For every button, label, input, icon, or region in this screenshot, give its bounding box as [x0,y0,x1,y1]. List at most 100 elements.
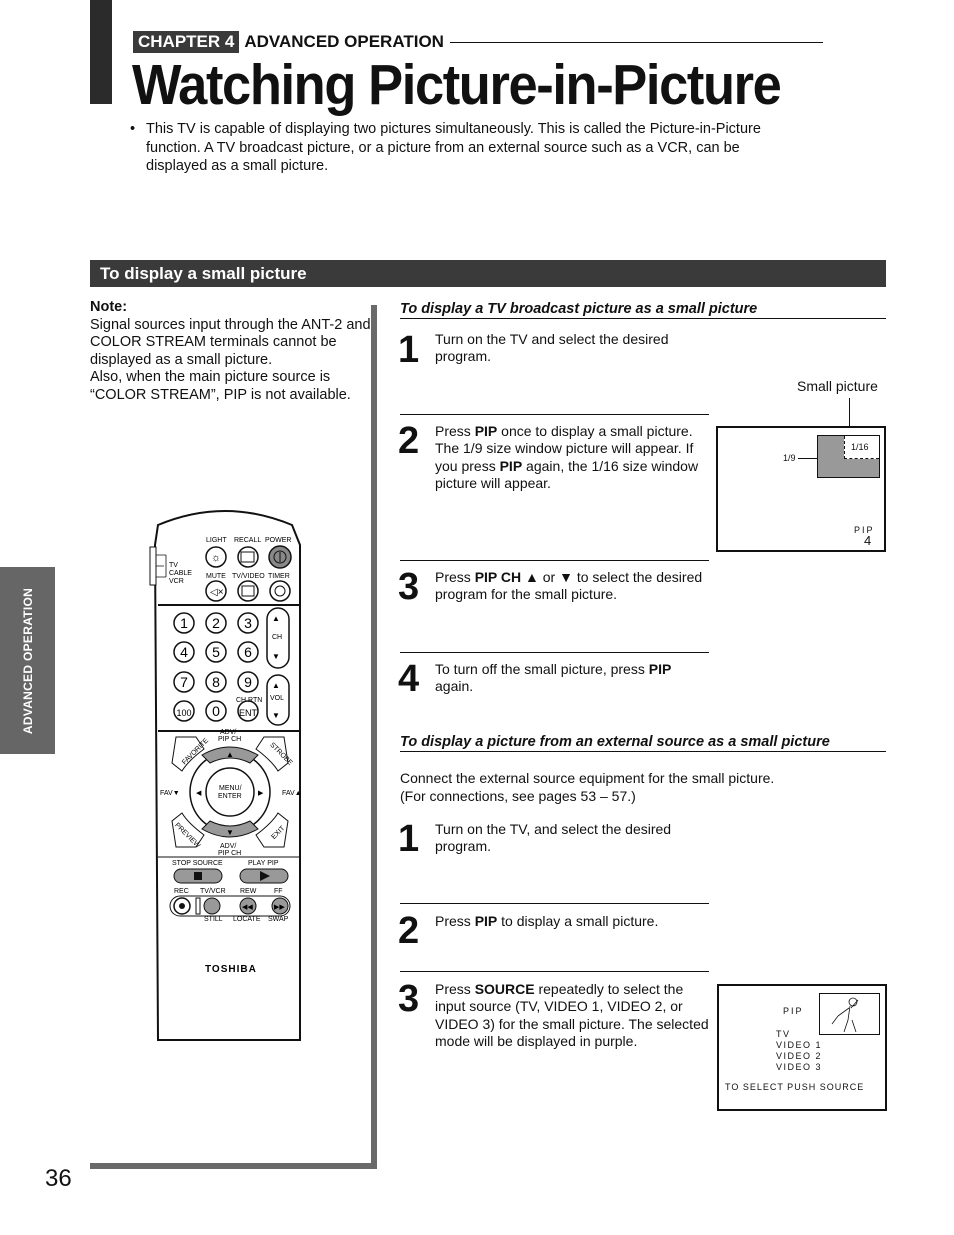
chapter-marker-bar [90,0,112,104]
mute-icon: ◁× [210,587,224,598]
intro-line: (For connections, see pages 53 – 57.) [400,788,636,804]
step-divider [400,903,709,904]
digit-label: 9 [244,674,252,690]
osd-option-video1: VIDEO 1 [776,1040,823,1050]
tv-video-button [237,580,259,602]
small-picture-caption: Small picture [797,378,878,394]
digit-label: 7 [180,674,188,690]
external-heading: To display a picture from an external so… [400,734,886,752]
label-tv-video: TV/VIDEO [232,573,265,580]
stop-icon [194,872,202,880]
side-tab: ADVANCED OPERATION [0,567,55,754]
digit-label: 0 [212,703,220,719]
digit-label: 4 [180,644,188,660]
rec-label: REC [174,888,189,895]
digit-label: 100 [176,708,191,718]
channel-label: CH [272,634,282,641]
step-number: 2 [398,420,420,462]
osd-option-video2: VIDEO 2 [776,1051,823,1061]
chapter-rule [449,41,823,43]
menu-label: MENU/ [219,785,242,792]
tv-vcr-button [203,897,221,915]
external-intro: Connect the external source equipment fo… [400,769,880,805]
fav-down-label: FAV▼ [160,790,180,797]
volume-label: VOL [270,695,284,702]
fav-down-arrow-icon: ◀ [196,790,202,797]
step-number: 1 [398,329,420,371]
fast-forward-icon: ▶▶ [274,904,285,911]
broadcast-heading: To display a TV broadcast picture as a s… [400,301,886,319]
digit-label: 3 [244,615,252,631]
pip-ch-down-icon: ▼ [226,828,234,837]
intro-paragraph: • This TV is capable of displaying two p… [130,120,800,176]
section-heading: To display a small picture [90,260,886,287]
page-number: 36 [45,1165,72,1192]
tv-screen-diagram: 1/16 1/9 PIP 4 [716,426,886,552]
rewind-icon: ◀◀ [242,904,253,911]
toshiba-logo: TOSHIBA [205,964,257,975]
digit-label: 1 [180,615,188,631]
enter-label: ENTER [218,793,242,800]
step-divider [400,652,709,653]
step-divider [400,560,709,561]
step-number: 4 [398,658,420,700]
light-icon: ☼ [211,552,221,564]
note-line: Also, when the main picture source is “C… [90,369,351,403]
channel-down-icon: ▼ [272,652,280,661]
side-tab-label: ADVANCED OPERATION [20,587,35,734]
ch-rtn-label: CH RTN [236,697,262,704]
still-label: STILL [204,916,223,923]
volume-up-icon: ▲ [272,681,280,690]
step-number: 1 [398,818,420,860]
step-text: Turn on the TV and select the desired pr… [435,331,669,365]
digit-label: 2 [212,615,220,631]
step-divider [400,414,709,415]
step-number: 3 [398,566,420,608]
adv-bottom-label-2: PIP CH [218,850,241,857]
osd-channel-number: 4 [864,533,872,548]
step-text: Press SOURCE repeatedly to select the in… [435,981,709,1049]
rec-guard [195,897,201,915]
adv-top-label-2: PIP CH [218,736,241,743]
source-osd-diagram: PIP TV VIDEO 1 VIDEO 2 VIDEO 3 TO SELECT… [717,984,887,1111]
label-1-16: 1/16 [851,442,869,452]
tv-vcr-label: TV/VCR [200,888,226,895]
stop-source-label: STOP SOURCE [172,860,223,867]
play-pip-label: PLAY PIP [248,860,279,867]
step-text: Press PIP to display a small picture. [435,913,659,929]
page-title: Watching Picture-in-Picture [132,53,782,117]
chapter-badge: CHAPTER 4 [133,31,240,53]
label-leader-line [798,458,818,459]
step-text: To turn off the small picture, press PIP… [435,661,672,695]
osd-option-video3: VIDEO 3 [776,1062,823,1072]
swap-label: SWAP [268,916,289,923]
digit-label: 5 [212,644,220,660]
digit-label: ENT [239,708,258,718]
pip-window [819,993,880,1035]
label-timer: TIMER [268,573,290,580]
channel-up-icon: ▲ [272,614,280,623]
mode-switch-icon [149,546,157,586]
fav-up-label: FAV▲ [282,790,302,797]
mode-tv: TV [169,562,178,569]
intro-text: This TV is capable of displaying two pic… [146,121,761,174]
osd-source-list: TV VIDEO 1 VIDEO 2 VIDEO 3 [776,1029,822,1073]
digit-label: 8 [212,674,220,690]
intro-line: Connect the external source equipment fo… [400,770,775,786]
fav-up-arrow-icon: ▶ [258,790,264,797]
step-text: Turn on the TV, and select the desired p… [435,821,672,855]
column-bottom-rule [90,1163,377,1169]
column-divider [371,305,377,1169]
label-power: POWER [265,537,291,544]
osd-footer: TO SELECT PUSH SOURCE [725,1082,865,1092]
timer-button [269,580,291,602]
step-text: Press PIP once to display a small pictur… [435,423,699,491]
golfer-icon [831,997,859,1033]
locate-label: LOCATE [233,916,261,923]
volume-down-icon: ▼ [272,711,280,720]
step-divider [400,971,709,972]
menu-enter-button [205,767,255,817]
label-1-9: 1/9 [783,453,796,463]
note-block: Note: Signal sources input through the A… [90,299,375,404]
ff-label: FF [274,888,283,895]
